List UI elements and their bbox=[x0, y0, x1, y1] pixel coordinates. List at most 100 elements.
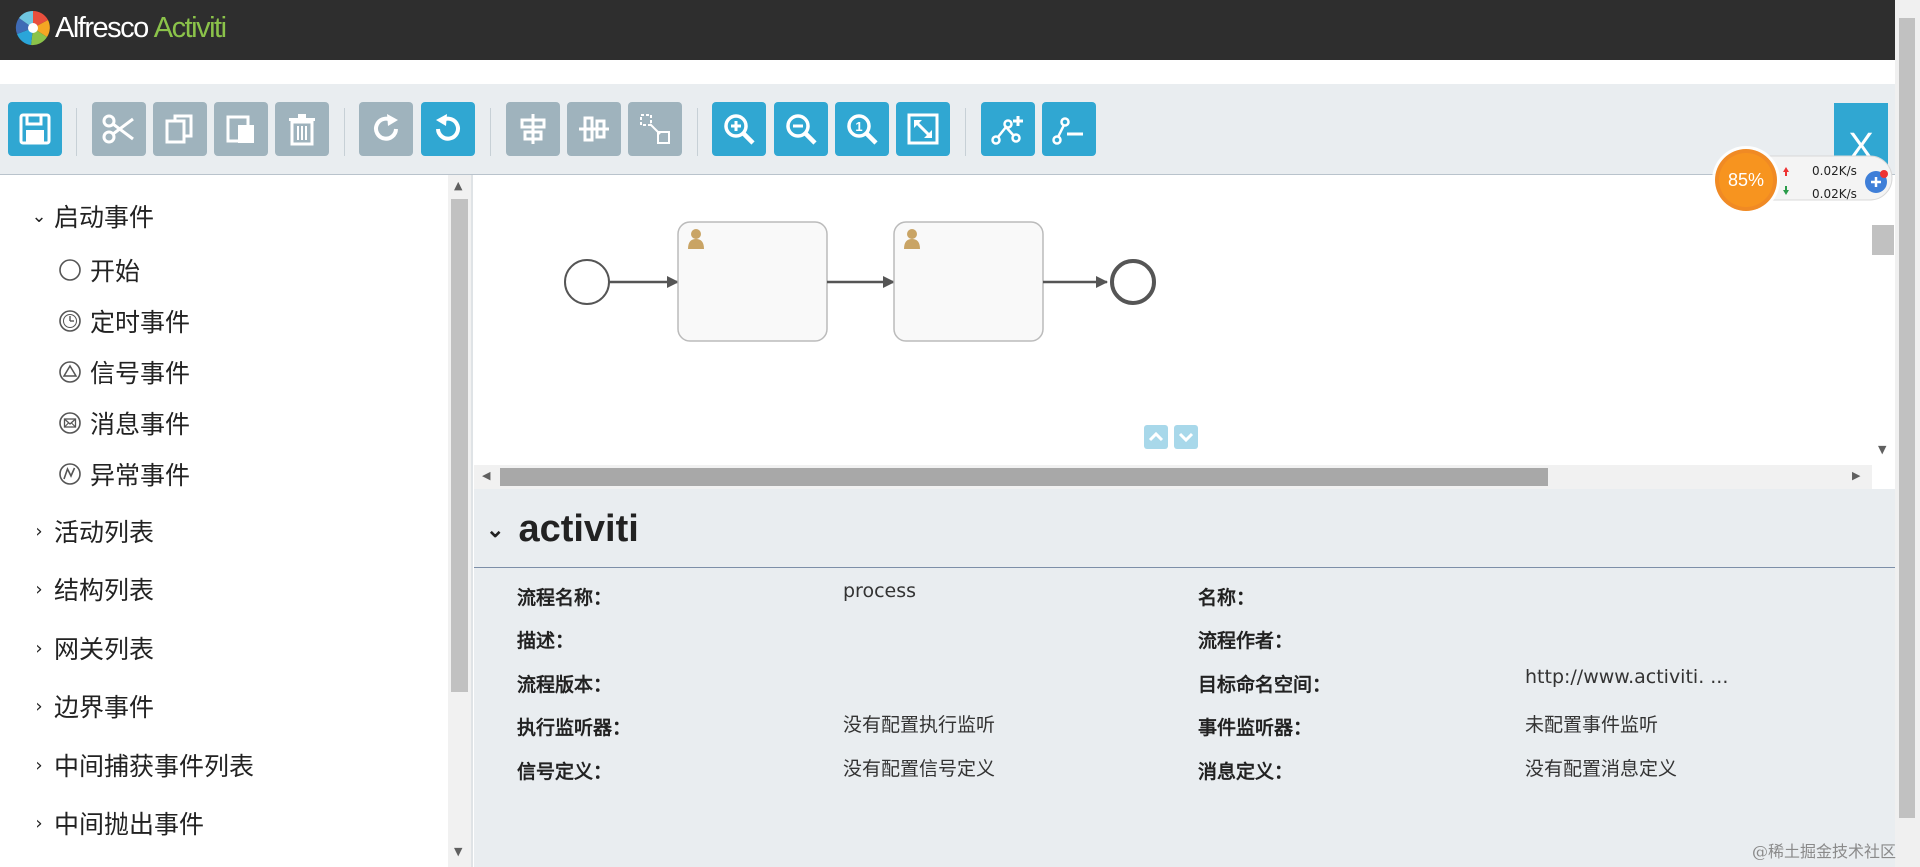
palette-category-label: 启动事件 bbox=[54, 203, 155, 232]
palette-category-intermediate-throw[interactable]: › 中间抛出事件 bbox=[30, 805, 204, 841]
message-icon bbox=[59, 412, 81, 434]
cut-icon bbox=[102, 114, 134, 144]
palette-item-label: 开始 bbox=[90, 257, 141, 286]
properties-header[interactable]: ⌄ activiti bbox=[486, 508, 639, 551]
remove-bendpoint-button[interactable] bbox=[1042, 102, 1096, 156]
zoom-in-button[interactable] bbox=[712, 102, 766, 156]
redo-button[interactable] bbox=[359, 102, 413, 156]
scroll-right-arrow-icon[interactable]: ▶ bbox=[1852, 469, 1860, 482]
chevron-down-icon bbox=[1178, 432, 1194, 443]
copy-icon bbox=[165, 114, 193, 144]
paste-icon bbox=[226, 115, 254, 143]
scroll-up-arrow-icon[interactable]: ▲ bbox=[454, 179, 462, 192]
header-spacer bbox=[0, 60, 1895, 84]
property-value-message-definitions[interactable]: 没有配置消息定义 bbox=[1525, 754, 1677, 781]
undo-button[interactable] bbox=[421, 102, 475, 156]
properties-divider bbox=[474, 567, 1895, 568]
user-task-node[interactable] bbox=[893, 221, 1044, 342]
palette-category-label: 活动列表 bbox=[54, 518, 155, 547]
paste-button[interactable] bbox=[214, 102, 268, 156]
align-horizontal-icon bbox=[520, 114, 546, 144]
property-value-namespace[interactable]: http://www.activiti. ... bbox=[1525, 666, 1728, 688]
scroll-left-arrow-icon[interactable]: ◀ bbox=[482, 469, 490, 482]
scroll-down-arrow-icon[interactable]: ▼ bbox=[1878, 443, 1886, 456]
logo-text-alfresco: Alfresco bbox=[55, 11, 149, 44]
align-vertical-button[interactable] bbox=[567, 102, 621, 156]
start-event-node[interactable] bbox=[564, 259, 610, 305]
toolbar-separator bbox=[76, 108, 77, 156]
zoom-fit-button[interactable] bbox=[896, 102, 950, 156]
palette-category-boundary-events[interactable]: › 边界事件 bbox=[30, 688, 154, 724]
alfresco-logo-icon bbox=[15, 10, 51, 46]
property-label: 信号定义： bbox=[517, 761, 613, 783]
toolbar-separator bbox=[965, 108, 966, 156]
property-value-signal-definitions[interactable]: 没有配置信号定义 bbox=[843, 754, 995, 781]
logo-text-activiti: Activiti bbox=[153, 11, 227, 44]
toolbar-separator bbox=[490, 108, 491, 156]
same-size-button[interactable] bbox=[628, 102, 682, 156]
end-event-node[interactable] bbox=[1110, 259, 1156, 305]
chevron-right-icon: › bbox=[35, 812, 43, 834]
zoom-out-button[interactable] bbox=[774, 102, 828, 156]
zoom-fit-icon bbox=[907, 113, 939, 145]
palette-category-intermediate-catch[interactable]: › 中间捕获事件列表 bbox=[30, 747, 254, 783]
chevron-down-icon: ⌄ bbox=[486, 516, 505, 542]
cut-button[interactable] bbox=[92, 102, 146, 156]
canvas-vertical-scrollbar[interactable]: ▼ bbox=[1872, 175, 1895, 465]
collapse-up-button[interactable] bbox=[1144, 425, 1168, 449]
chevron-right-icon: › bbox=[35, 578, 43, 600]
page-scrollbar[interactable] bbox=[1895, 0, 1920, 867]
property-label: 目标命名空间： bbox=[1198, 674, 1332, 696]
watermark: @稀土掘金技术社区 bbox=[1752, 842, 1897, 861]
chevron-right-icon: › bbox=[35, 754, 43, 776]
align-horizontal-button[interactable] bbox=[506, 102, 560, 156]
palette-category-structures[interactable]: › 结构列表 bbox=[30, 571, 154, 607]
palette-item-error[interactable]: 异常事件 bbox=[58, 456, 190, 492]
expand-down-button[interactable] bbox=[1174, 425, 1198, 449]
property-label: 执行监听器： bbox=[517, 717, 632, 739]
timer-icon bbox=[59, 310, 81, 332]
undo-icon bbox=[436, 114, 460, 141]
palette-scrollbar[interactable]: ▲ ▼ bbox=[448, 175, 471, 867]
add-bendpoint-button[interactable] bbox=[981, 102, 1035, 156]
diagram-canvas[interactable] bbox=[474, 175, 1872, 465]
scroll-down-arrow-icon[interactable]: ▼ bbox=[454, 845, 462, 858]
remove-bendpoint-icon bbox=[1052, 117, 1083, 145]
delete-button[interactable] bbox=[275, 102, 329, 156]
canvas-vscroll-thumb[interactable] bbox=[1872, 225, 1894, 255]
trash-icon bbox=[289, 114, 315, 146]
palette-scrollbar-thumb[interactable] bbox=[451, 199, 468, 692]
add-bendpoint-icon bbox=[991, 116, 1023, 145]
palette-category-gateways[interactable]: › 网关列表 bbox=[30, 630, 154, 666]
zoom-actual-button[interactable]: 1 bbox=[835, 102, 889, 156]
palette-item-signal[interactable]: 信号事件 bbox=[58, 354, 190, 390]
copy-button[interactable] bbox=[153, 102, 207, 156]
palette-item-start[interactable]: 开始 bbox=[58, 252, 140, 288]
canvas-hscroll-thumb[interactable] bbox=[500, 468, 1548, 486]
chevron-right-icon: › bbox=[35, 695, 43, 717]
user-task-node[interactable] bbox=[677, 221, 828, 342]
chevron-right-icon: › bbox=[35, 637, 43, 659]
same-size-icon bbox=[640, 114, 670, 144]
palette-category-start-events[interactable]: ⌄ 启动事件 bbox=[30, 198, 154, 234]
align-vertical-icon bbox=[579, 116, 609, 142]
property-value-execution-listeners[interactable]: 没有配置执行监听 bbox=[843, 710, 995, 737]
palette-category-activities[interactable]: › 活动列表 bbox=[30, 513, 154, 549]
palette-item-message[interactable]: 消息事件 bbox=[58, 405, 190, 441]
error-icon bbox=[59, 463, 81, 485]
palette-item-timer[interactable]: 定时事件 bbox=[58, 303, 190, 339]
property-label: 事件监听器： bbox=[1198, 717, 1313, 739]
signal-icon bbox=[59, 361, 81, 383]
top-bar: Alfresco Activiti bbox=[0, 0, 1895, 60]
logo: Alfresco Activiti bbox=[14, 9, 227, 47]
property-value-event-listeners[interactable]: 未配置事件监听 bbox=[1525, 710, 1658, 737]
page-scrollbar-thumb[interactable] bbox=[1899, 18, 1915, 818]
circle-icon bbox=[59, 259, 81, 281]
property-value-process-name[interactable]: process bbox=[843, 580, 916, 602]
palette-item-label: 信号事件 bbox=[90, 359, 191, 388]
save-button[interactable] bbox=[8, 102, 62, 156]
palette-category-label: 边界事件 bbox=[54, 693, 155, 722]
canvas-horizontal-scrollbar[interactable]: ◀ ▶ bbox=[474, 465, 1872, 489]
svg-text:1: 1 bbox=[855, 119, 862, 134]
network-speed-widget[interactable]: 85% 0.02K/s 0.02K/s bbox=[1712, 142, 1896, 214]
